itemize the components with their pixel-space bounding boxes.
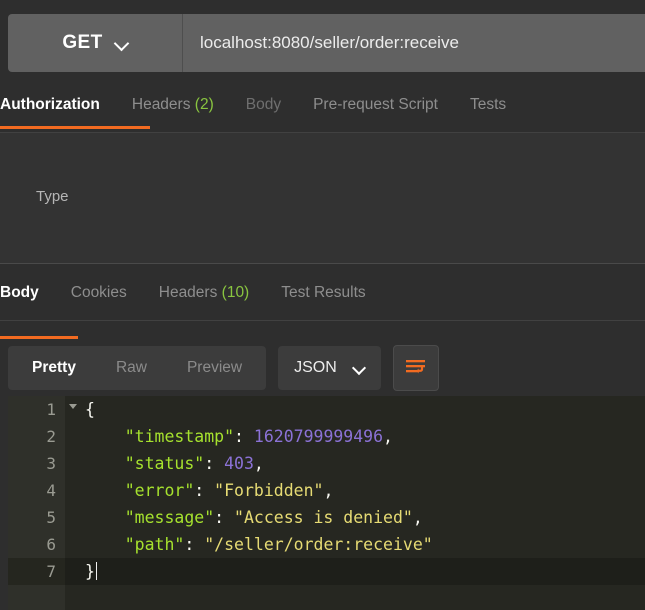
- code-line[interactable]: 5 "message": "Access is denied",: [8, 504, 645, 531]
- pane-divider: [0, 263, 645, 264]
- line-number: 1: [8, 396, 77, 423]
- tab-headers-count: (2): [194, 96, 214, 113]
- line-number: 4: [46, 481, 56, 500]
- view-raw-label: Raw: [115, 359, 147, 376]
- text-cursor: [95, 562, 98, 580]
- word-wrap-button[interactable]: [392, 345, 439, 391]
- tab-tests[interactable]: Tests: [470, 92, 506, 126]
- window-top-strip: [0, 0, 645, 10]
- http-method-label: GET: [62, 32, 103, 53]
- code-line-text: "error": "Forbidden",: [124, 481, 334, 500]
- response-tab-cookies[interactable]: Cookies: [71, 280, 127, 314]
- response-tab-test-results-label: Test Results: [281, 284, 366, 301]
- chevron-down-icon: [353, 362, 365, 374]
- tab-pre-request-script[interactable]: Pre-request Script: [313, 92, 438, 126]
- view-pretty-label: Pretty: [32, 359, 76, 376]
- response-tab-body-label: Body: [0, 284, 39, 301]
- response-tab-body[interactable]: Body: [0, 280, 39, 314]
- chevron-down-icon: [115, 37, 128, 50]
- response-tab-cookies-label: Cookies: [70, 284, 127, 301]
- tab-pre-request-script-label: Pre-request Script: [313, 96, 438, 113]
- tab-body-label: Body: [245, 96, 282, 113]
- tab-tests-label: Tests: [470, 96, 507, 113]
- view-preview-label: Preview: [186, 359, 243, 376]
- response-format-label: JSON: [294, 359, 337, 376]
- line-number: 7: [8, 558, 65, 585]
- code-line[interactable]: 3 "status": 403,: [8, 450, 645, 477]
- response-tabs: Body Cookies Headers (10) Test Results: [0, 280, 645, 321]
- authorization-pane: Type: [0, 133, 645, 263]
- http-method-dropdown[interactable]: GET: [8, 14, 183, 72]
- tab-authorization-label: Authorization: [0, 96, 100, 113]
- code-line-text: "status": 403,: [124, 454, 264, 473]
- code-line[interactable]: 2 "timestamp": 1620799999496,: [8, 423, 645, 450]
- line-number: 5: [46, 508, 56, 527]
- code-line-text: "message": "Access is denied",: [124, 508, 423, 527]
- tab-authorization[interactable]: Authorization: [0, 92, 100, 126]
- editor-left-edge: [0, 396, 8, 610]
- view-pretty-button[interactable]: Pretty: [12, 346, 96, 390]
- line-number: 3: [46, 454, 56, 473]
- fold-triangle-icon[interactable]: [69, 404, 77, 409]
- tab-headers[interactable]: Headers (2): [132, 92, 214, 126]
- response-tab-headers-count: (10): [221, 284, 250, 301]
- response-tab-headers[interactable]: Headers (10): [159, 280, 249, 314]
- tab-body[interactable]: Body: [246, 92, 281, 126]
- code-line-text: }: [65, 558, 645, 585]
- line-number: 6: [46, 535, 56, 554]
- code-line-text: "timestamp": 1620799999496,: [124, 427, 393, 446]
- response-body-editor[interactable]: 1{2 "timestamp": 1620799999496, 3 "status…: [8, 396, 645, 610]
- line-number: 2: [46, 427, 56, 446]
- request-url-bar: GET localhost:8080/seller/order:receive: [8, 14, 645, 72]
- tab-headers-label: Headers: [131, 96, 191, 113]
- response-view-toolbar: Pretty Raw Preview JSON: [8, 345, 439, 391]
- postman-window: GET localhost:8080/seller/order:receive …: [0, 0, 645, 610]
- word-wrap-icon: [405, 360, 425, 374]
- code-line[interactable]: 4 "error": "Forbidden",: [8, 477, 645, 504]
- auth-type-label: Type: [36, 188, 69, 205]
- response-tab-headers-label: Headers: [158, 284, 218, 301]
- code-lines: 1{2 "timestamp": 1620799999496, 3 "status…: [8, 396, 645, 585]
- request-url-input[interactable]: localhost:8080/seller/order:receive: [183, 14, 645, 72]
- view-raw-button[interactable]: Raw: [96, 346, 167, 390]
- response-view-segmented-control: Pretty Raw Preview: [8, 346, 267, 390]
- response-format-dropdown[interactable]: JSON: [278, 346, 381, 390]
- active-request-tab-indicator: [0, 126, 150, 129]
- code-line[interactable]: 6 "path": "/seller/order:receive": [8, 531, 645, 558]
- code-line-text: "path": "/seller/order:receive": [124, 535, 433, 554]
- code-line-text: {: [85, 400, 95, 419]
- response-tab-test-results[interactable]: Test Results: [281, 280, 365, 314]
- view-preview-button[interactable]: Preview: [167, 346, 262, 390]
- code-line[interactable]: 7}: [8, 558, 645, 585]
- code-line[interactable]: 1{: [8, 396, 645, 423]
- active-response-tab-indicator: [0, 336, 78, 339]
